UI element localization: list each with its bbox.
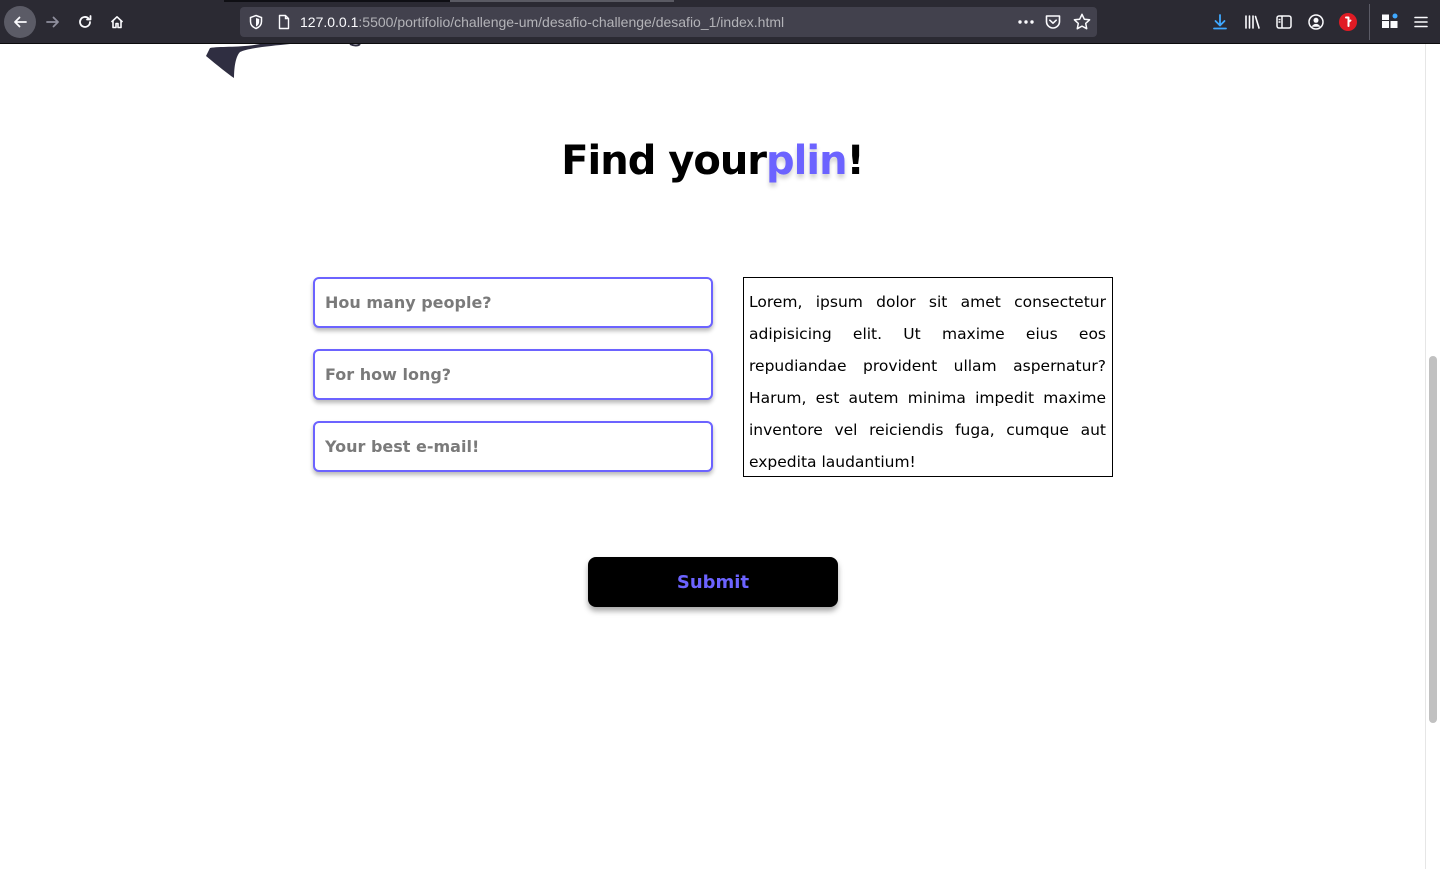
decorative-shape: [206, 44, 361, 78]
account-icon: [1308, 14, 1324, 30]
home-button[interactable]: [101, 6, 133, 38]
download-button[interactable]: [1210, 12, 1230, 32]
puzzle-icon: [1382, 13, 1398, 28]
reload-button[interactable]: [69, 6, 101, 38]
forward-icon: [46, 16, 59, 28]
url-text[interactable]: 127.0.0.1:5500/portifolio/challenge-um/d…: [300, 14, 784, 30]
sidebar-button[interactable]: [1274, 12, 1294, 32]
tab-indicator: [224, 0, 450, 2]
account-button[interactable]: [1306, 12, 1326, 32]
menu-icon: [1414, 16, 1428, 28]
description-box: Lorem, ipsum dolor sit amet consectetur …: [743, 277, 1113, 477]
title-accent: plin: [766, 138, 848, 184]
title-suffix: !: [846, 138, 865, 184]
menu-button[interactable]: [1411, 12, 1431, 32]
scrollbar-thumb[interactable]: [1429, 356, 1437, 723]
home-icon: [110, 16, 124, 29]
page-title: Find yourplin!: [0, 138, 1425, 184]
pocket-icon[interactable]: [1044, 13, 1062, 31]
email-input[interactable]: [313, 421, 713, 472]
download-icon: [1213, 14, 1227, 30]
toolbar-separator: [1369, 4, 1370, 40]
page-icon[interactable]: [276, 14, 292, 30]
back-button[interactable]: [4, 6, 36, 38]
forward-button[interactable]: [37, 6, 69, 38]
back-icon: [14, 16, 27, 28]
duration-input[interactable]: [313, 349, 713, 400]
more-icon[interactable]: [1016, 12, 1036, 32]
library-button[interactable]: [1242, 12, 1262, 32]
url-path: :5500/portifolio/challenge-um/desafio-ch…: [358, 14, 785, 30]
library-icon: [1245, 15, 1260, 29]
extension-button[interactable]: [1338, 12, 1358, 32]
tab-indicator-active: [450, 0, 674, 2]
title-prefix: Find your: [561, 138, 767, 184]
url-host: 127.0.0.1: [300, 14, 359, 30]
submit-button[interactable]: Submit: [588, 557, 838, 607]
star-icon[interactable]: [1072, 12, 1092, 32]
reload-icon: [79, 15, 92, 28]
extension-icon: [1339, 13, 1357, 31]
sidebar-icon: [1276, 15, 1292, 29]
address-bar[interactable]: 127.0.0.1:5500/portifolio/challenge-um/d…: [240, 7, 1097, 37]
browser-toolbar: 127.0.0.1:5500/portifolio/challenge-um/d…: [0, 0, 1440, 44]
people-input[interactable]: [313, 277, 713, 328]
extensions-button[interactable]: [1380, 12, 1400, 32]
shield-icon[interactable]: [248, 14, 264, 30]
